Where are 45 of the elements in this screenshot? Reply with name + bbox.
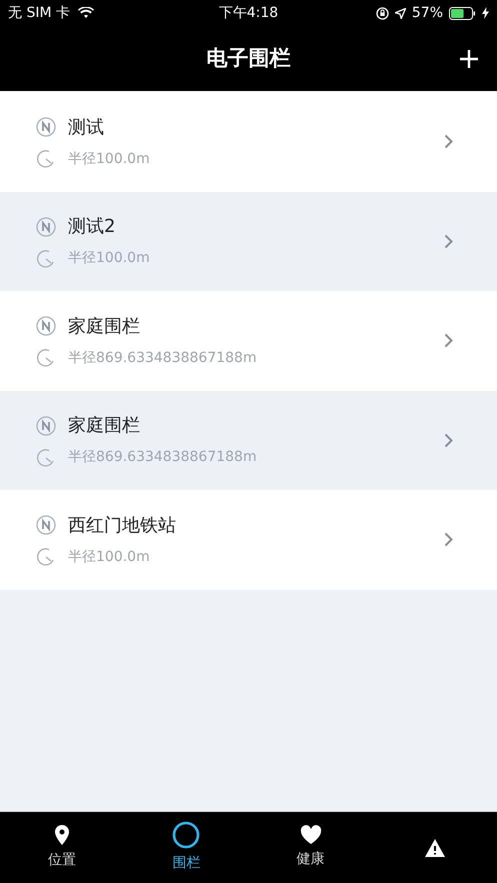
- chevron-right-icon: [444, 234, 453, 249]
- fence-radius: 半径100.0m: [68, 249, 150, 268]
- heart-icon: [300, 825, 322, 845]
- fence-row[interactable]: 测试 半径100.0m: [0, 92, 497, 192]
- radius-icon: [36, 149, 56, 170]
- wifi-icon: [78, 7, 94, 19]
- plus-icon: [459, 48, 479, 68]
- map-pin-icon: [54, 824, 70, 846]
- radius-icon: [36, 448, 56, 468]
- chevron-right-icon: [444, 432, 453, 448]
- n-badge-icon: [36, 515, 56, 536]
- radius-icon: [36, 348, 56, 368]
- warning-icon: [424, 838, 446, 858]
- battery-percent: 57%: [412, 4, 443, 22]
- radius-icon: [36, 547, 56, 568]
- screen-title: 电子围栏: [206, 44, 290, 72]
- tab-item[interactable]: 位置: [0, 812, 124, 883]
- charging-icon: [482, 7, 489, 19]
- fence-name: 测试2: [68, 215, 116, 240]
- battery-icon: [449, 6, 476, 20]
- n-badge-icon: [36, 316, 56, 336]
- fence-radius: 半径100.0m: [68, 150, 150, 169]
- status-time: 下午4:18: [218, 4, 278, 22]
- tab-item[interactable]: 围栏: [124, 812, 248, 883]
- fence-row[interactable]: 家庭围栏 半径869.6334838867188m: [0, 291, 497, 390]
- tab-item[interactable]: 健康: [248, 812, 373, 883]
- fence-radius: 半径869.6334838867188m: [68, 448, 257, 468]
- n-badge-icon: [36, 216, 56, 237]
- location-arrow-icon: [394, 8, 406, 18]
- rotation-lock-icon: [376, 6, 389, 20]
- fence-radius: 半径100.0m: [68, 548, 150, 567]
- n-badge-icon: [36, 117, 56, 138]
- n-badge-icon: [36, 416, 56, 436]
- radius-icon: [36, 248, 56, 269]
- chevron-right-icon: [444, 134, 453, 150]
- fence-name: 家庭围栏: [68, 414, 140, 438]
- fence-name: 西红门地铁站: [68, 514, 176, 538]
- carrier-text: 无 SIM 卡: [8, 4, 70, 22]
- fence-name: 测试: [68, 116, 104, 140]
- chevron-right-icon: [444, 532, 453, 548]
- fence-name: 家庭围栏: [68, 314, 140, 339]
- fence-radius: 半径869.6334838867188m: [68, 348, 257, 368]
- circle-icon: [172, 821, 200, 849]
- chevron-right-icon: [444, 333, 453, 348]
- fence-row[interactable]: 西红门地铁站 半径100.0m: [0, 490, 497, 590]
